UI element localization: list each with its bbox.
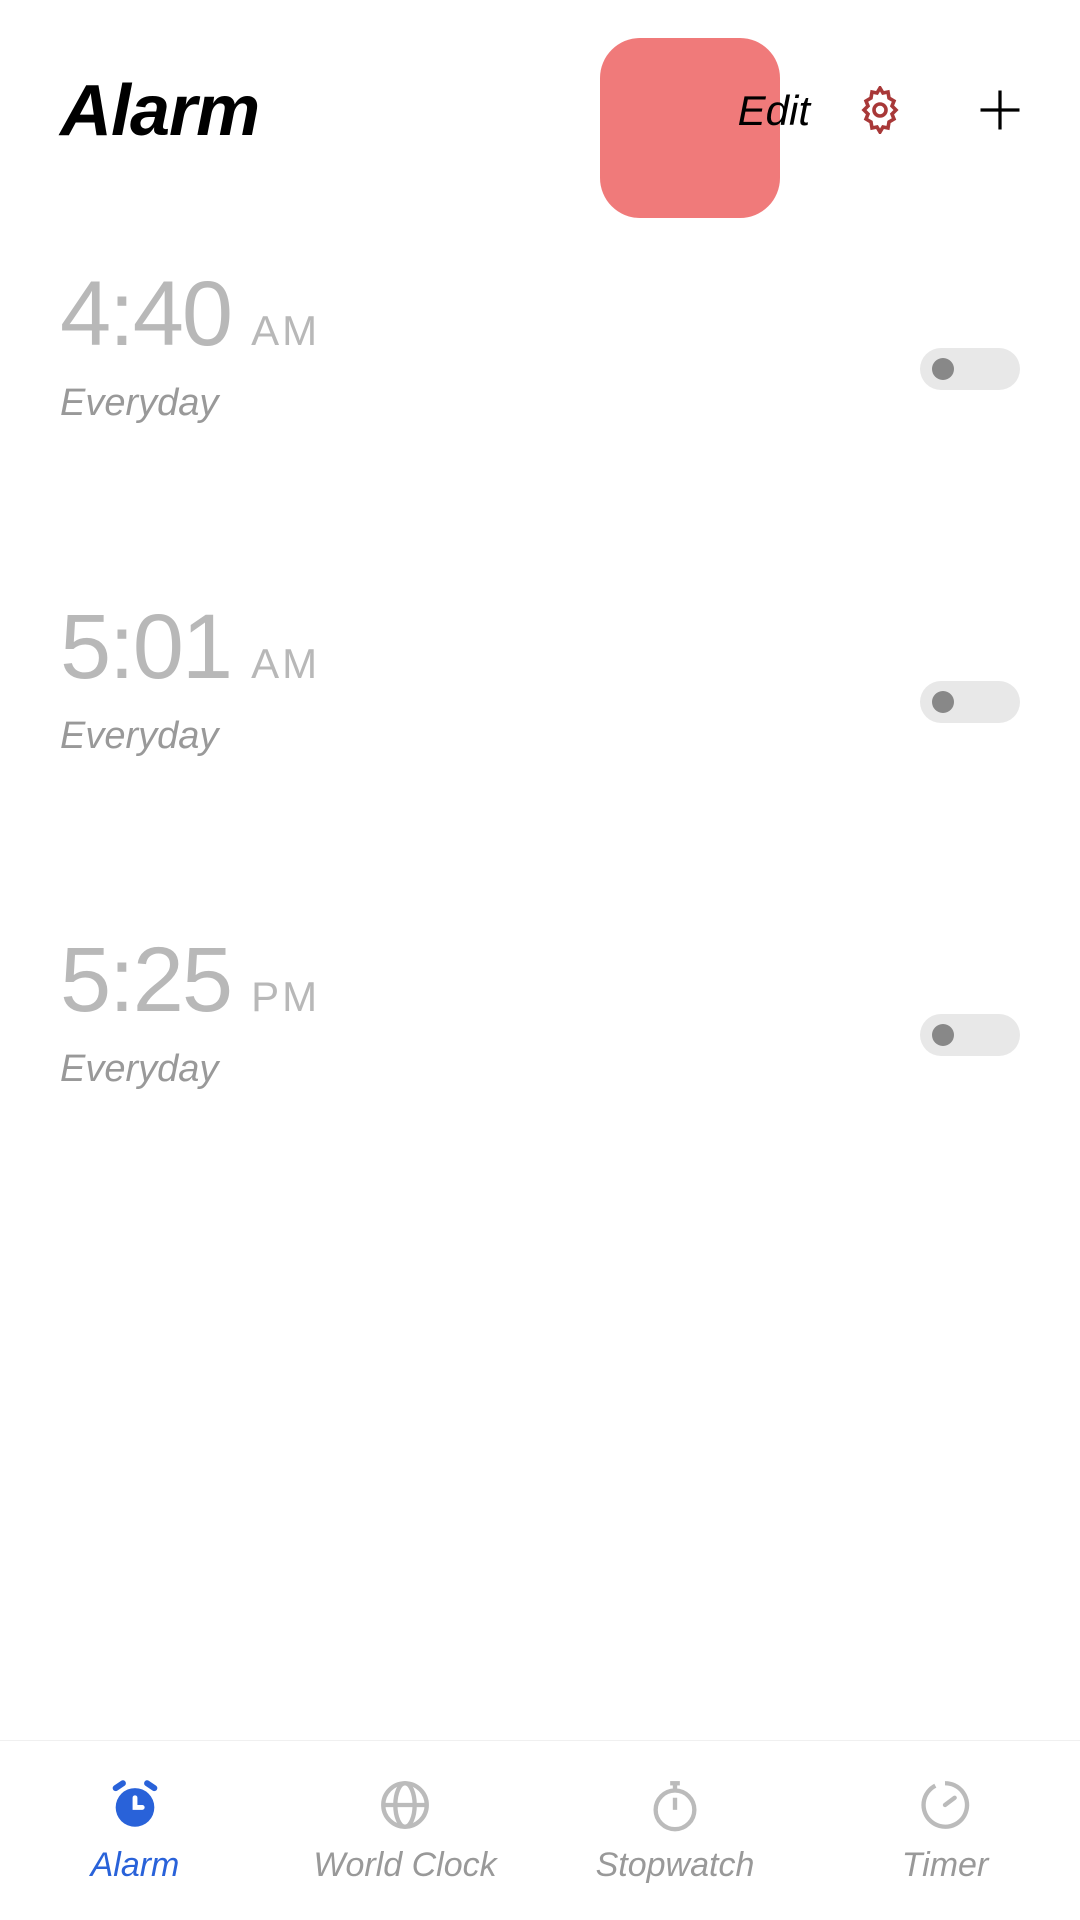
nav-label: Stopwatch bbox=[596, 1846, 755, 1885]
toggle-knob bbox=[932, 358, 954, 380]
alarm-repeat: Everyday bbox=[60, 382, 920, 425]
alarm-clock-icon bbox=[106, 1776, 164, 1834]
toggle-knob bbox=[932, 1024, 954, 1046]
edit-button[interactable]: Edit bbox=[738, 87, 810, 135]
alarm-info: 5:01 AM Everyday bbox=[60, 595, 920, 758]
settings-button[interactable] bbox=[850, 81, 910, 141]
stopwatch-icon bbox=[646, 1776, 704, 1834]
alarm-toggle[interactable] bbox=[920, 348, 1020, 390]
nav-label: Timer bbox=[902, 1846, 989, 1885]
alarm-time: 5:01 bbox=[60, 595, 231, 700]
globe-icon bbox=[376, 1776, 434, 1834]
alarm-info: 5:25 PM Everyday bbox=[60, 928, 920, 1091]
nav-tab-world-clock[interactable]: World Clock bbox=[270, 1741, 540, 1920]
alarm-info: 4:40 AM Everyday bbox=[60, 262, 920, 425]
alarm-item[interactable]: 4:40 AM Everyday bbox=[60, 232, 1020, 505]
header: Alarm Edit bbox=[0, 0, 1080, 182]
alarm-repeat: Everyday bbox=[60, 1048, 920, 1091]
alarm-ampm: AM bbox=[251, 640, 320, 688]
alarm-time: 5:25 bbox=[60, 928, 231, 1033]
toggle-knob bbox=[932, 691, 954, 713]
nav-tab-timer[interactable]: Timer bbox=[810, 1741, 1080, 1920]
alarm-time: 4:40 bbox=[60, 262, 231, 367]
plus-icon bbox=[974, 84, 1026, 139]
alarm-repeat: Everyday bbox=[60, 715, 920, 758]
nav-label: World Clock bbox=[313, 1846, 496, 1885]
alarm-ampm: PM bbox=[251, 973, 320, 1021]
timer-icon bbox=[916, 1776, 974, 1834]
nav-tab-alarm[interactable]: Alarm bbox=[0, 1741, 270, 1920]
alarm-item[interactable]: 5:25 PM Everyday bbox=[60, 898, 1020, 1171]
bottom-nav: Alarm World Clock Stopwatch bbox=[0, 1740, 1080, 1920]
alarm-toggle[interactable] bbox=[920, 1014, 1020, 1056]
alarm-list: 4:40 AM Everyday 5:01 AM Everyday 5:25 P… bbox=[0, 182, 1080, 1171]
nav-tab-stopwatch[interactable]: Stopwatch bbox=[540, 1741, 810, 1920]
alarm-ampm: AM bbox=[251, 307, 320, 355]
alarm-item[interactable]: 5:01 AM Everyday bbox=[60, 565, 1020, 838]
gear-icon bbox=[856, 86, 904, 137]
add-alarm-button[interactable] bbox=[970, 81, 1030, 141]
nav-label: Alarm bbox=[91, 1846, 180, 1885]
alarm-toggle[interactable] bbox=[920, 681, 1020, 723]
